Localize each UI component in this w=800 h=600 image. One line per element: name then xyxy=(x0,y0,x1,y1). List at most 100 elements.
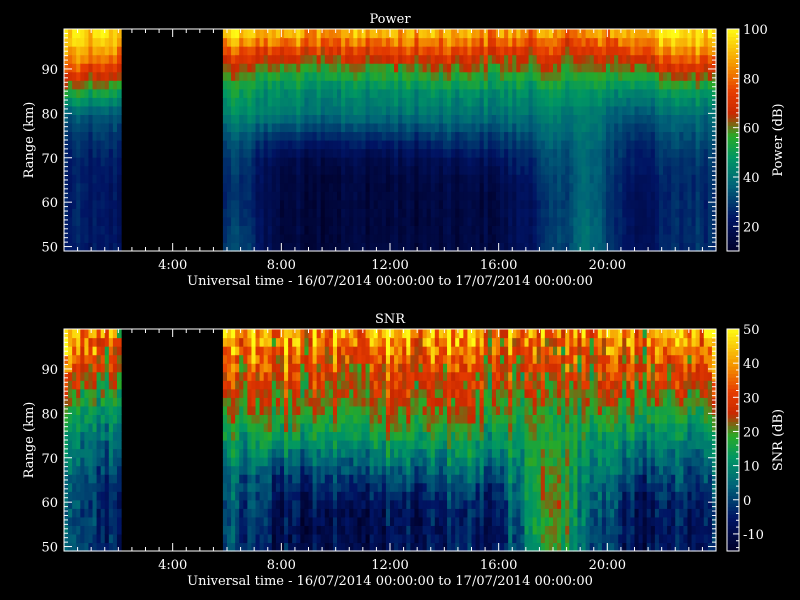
heatmap-cell xyxy=(422,191,428,201)
heatmap-cell xyxy=(377,63,383,73)
heatmap-cell xyxy=(284,448,289,458)
heatmap-cell xyxy=(235,354,240,364)
heatmap-cell xyxy=(259,516,265,526)
heatmap-cell xyxy=(239,363,244,373)
heatmap-cell xyxy=(495,88,501,98)
heatmap-cell xyxy=(284,71,289,81)
heatmap-cell xyxy=(288,71,293,81)
heatmap-cell xyxy=(406,54,411,64)
heatmap-cell xyxy=(667,199,672,209)
heatmap-cell xyxy=(288,457,293,467)
heatmap-cell xyxy=(304,165,310,175)
heatmap-cell xyxy=(96,371,102,381)
heatmap-cell xyxy=(646,157,652,167)
heatmap-cell xyxy=(324,182,330,192)
heatmap-cell xyxy=(520,88,526,98)
heatmap-cell xyxy=(532,199,538,209)
heatmap-cell xyxy=(438,208,444,218)
heatmap-cell xyxy=(459,131,464,141)
heatmap-cell xyxy=(597,225,603,235)
heatmap-cell xyxy=(324,354,330,364)
heatmap-cell xyxy=(577,165,583,175)
heatmap-cell xyxy=(630,97,636,107)
heatmap-cell xyxy=(332,482,338,492)
heatmap-cell xyxy=(235,208,240,218)
heatmap-cell xyxy=(235,216,240,226)
heatmap-cell xyxy=(561,140,566,150)
heatmap-cell xyxy=(577,97,583,107)
heatmap-cell xyxy=(320,225,326,235)
heatmap-cell xyxy=(703,122,709,133)
heatmap-cell xyxy=(663,88,668,98)
heatmap-cell xyxy=(239,431,244,441)
heatmap-cell xyxy=(430,114,436,124)
heatmap-cell xyxy=(80,474,85,484)
heatmap-cell xyxy=(642,97,648,107)
heatmap-cell xyxy=(410,148,416,158)
colorbar-segment xyxy=(727,162,739,167)
heatmap-cell xyxy=(622,122,627,133)
heatmap-cell xyxy=(227,499,232,509)
heatmap-cell xyxy=(92,388,98,398)
heatmap-cell xyxy=(288,165,293,175)
heatmap-cell xyxy=(357,54,363,64)
heatmap-cell xyxy=(654,148,660,158)
heatmap-cell xyxy=(410,88,416,98)
heatmap-cell xyxy=(467,131,473,141)
heatmap-cell xyxy=(610,71,615,81)
heatmap-cell xyxy=(263,88,269,98)
heatmap-cell xyxy=(243,131,248,141)
heatmap-cell xyxy=(691,216,697,226)
heatmap-cell xyxy=(92,208,98,218)
heatmap-cell xyxy=(601,182,607,192)
heatmap-cell xyxy=(663,191,668,201)
heatmap-cell xyxy=(251,380,257,390)
heatmap-cell xyxy=(528,242,534,252)
heatmap-cell xyxy=(275,388,281,398)
heatmap-cell xyxy=(495,225,501,235)
heatmap-cell xyxy=(369,131,375,141)
heatmap-cell xyxy=(239,516,244,526)
heatmap-cell xyxy=(369,225,375,235)
heatmap-cell xyxy=(284,29,289,39)
heatmap-cell xyxy=(72,346,77,356)
heatmap-cell xyxy=(337,54,342,64)
heatmap-cell xyxy=(589,97,595,107)
heatmap-cell xyxy=(418,157,424,167)
heatmap-cell xyxy=(80,380,85,390)
heatmap-cell xyxy=(658,165,664,175)
heatmap-cell xyxy=(495,131,501,141)
heatmap-cell xyxy=(483,225,489,235)
heatmap-cell xyxy=(593,242,599,252)
heatmap-cell xyxy=(243,233,248,244)
heatmap-cell xyxy=(642,71,648,81)
heatmap-cell xyxy=(316,380,322,390)
heatmap-cell xyxy=(385,191,391,201)
heatmap-cell xyxy=(104,337,110,347)
heatmap-cell xyxy=(76,225,81,235)
heatmap-cell xyxy=(646,37,652,47)
heatmap-cell xyxy=(68,465,73,475)
heatmap-cell xyxy=(614,88,619,98)
heatmap-cell xyxy=(663,174,668,184)
heatmap-cell xyxy=(565,46,570,56)
heatmap-cell xyxy=(267,363,273,373)
heatmap-cell xyxy=(259,448,265,458)
heatmap-cell xyxy=(426,46,432,56)
heatmap-cell xyxy=(100,422,106,433)
heatmap-cell xyxy=(483,88,489,98)
heatmap-cell xyxy=(108,46,114,56)
heatmap-cell xyxy=(271,440,277,450)
heatmap-cell xyxy=(398,131,403,141)
heatmap-cell xyxy=(650,165,656,175)
heatmap-cell xyxy=(275,533,281,544)
heatmap-cell xyxy=(618,157,623,167)
heatmap-cell xyxy=(495,80,501,90)
heatmap-cell xyxy=(365,242,371,252)
heatmap-cell xyxy=(593,225,599,235)
heatmap-cell xyxy=(687,174,693,184)
heatmap-cell xyxy=(332,122,338,133)
heatmap-cell xyxy=(589,37,595,47)
heatmap-cell xyxy=(557,63,562,73)
heatmap-cell xyxy=(414,46,420,56)
